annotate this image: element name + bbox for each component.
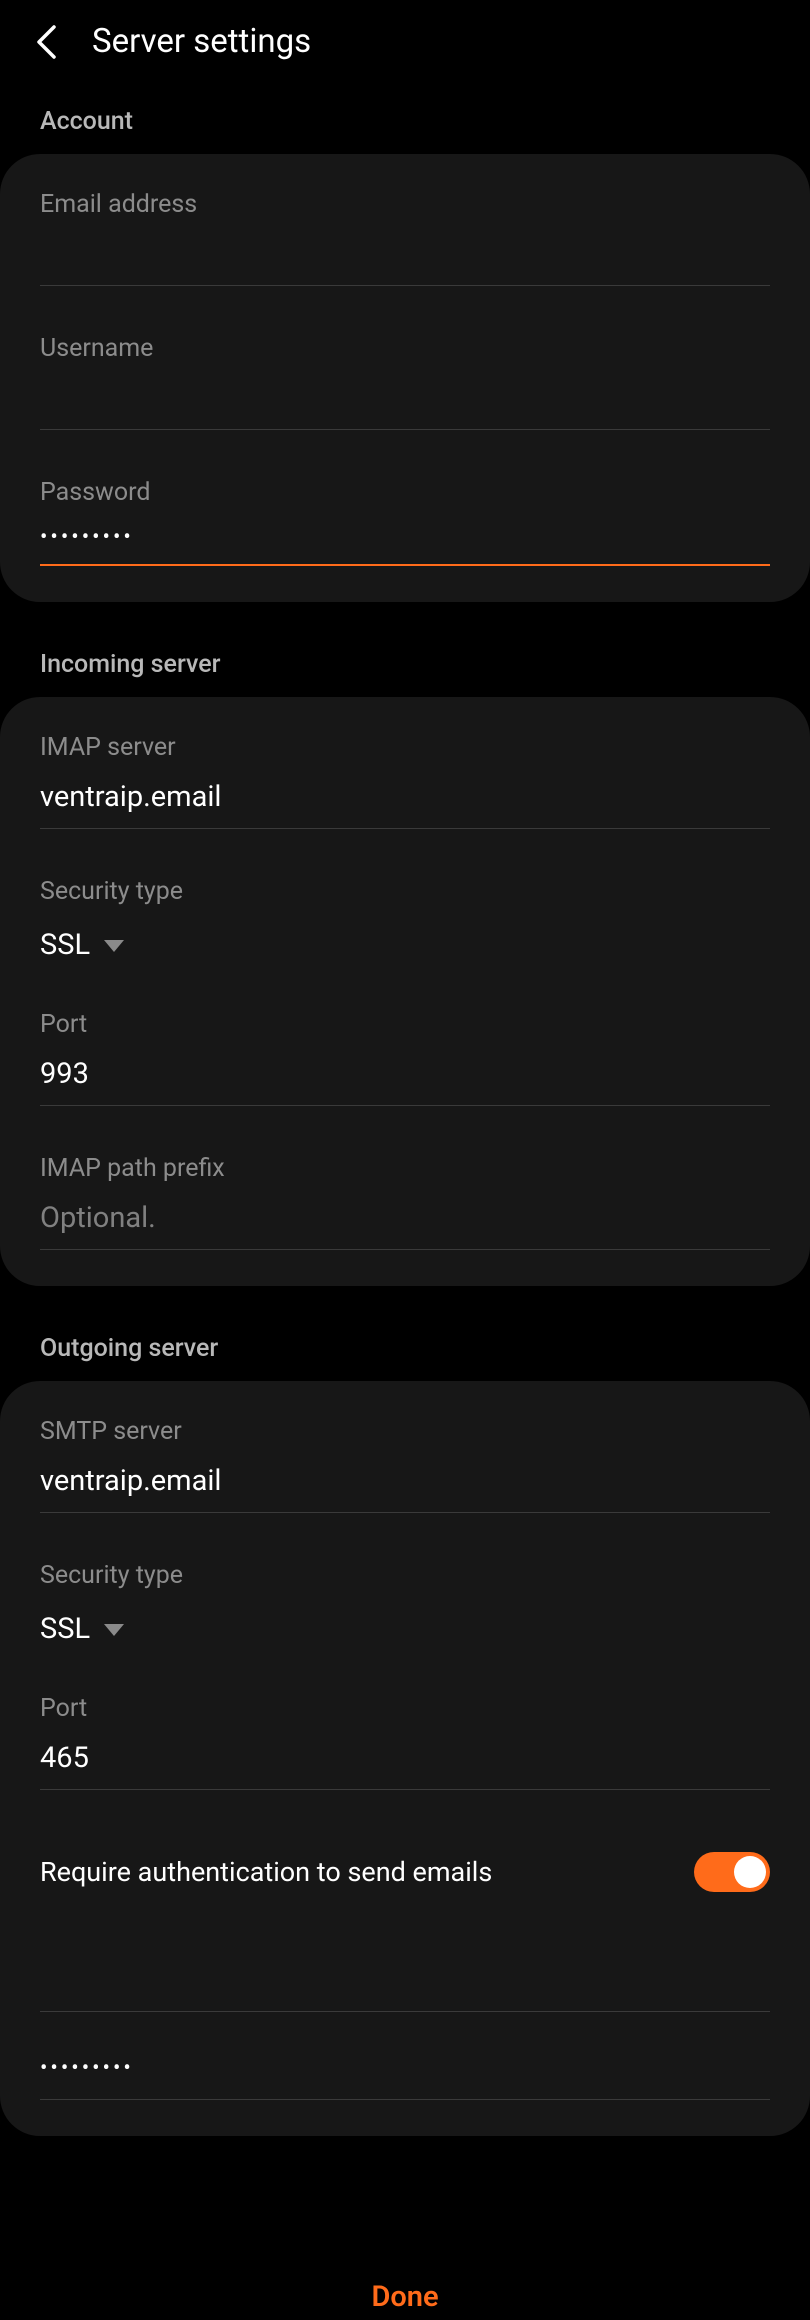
smtp-server-label: SMTP server — [40, 1417, 770, 1446]
email-label: Email address — [40, 190, 770, 219]
email-input[interactable] — [40, 231, 770, 286]
chevron-left-icon — [35, 24, 57, 60]
outgoing-security-select[interactable]: SSL — [40, 1612, 770, 1646]
incoming-security-value: SSL — [40, 928, 90, 962]
password-label: Password — [40, 478, 770, 507]
back-button[interactable] — [30, 26, 62, 58]
done-button[interactable]: Done — [371, 2280, 438, 2314]
toggle-knob — [734, 1856, 766, 1888]
incoming-security-label: Security type — [40, 877, 770, 906]
password-input[interactable]: ••••••••• — [40, 519, 770, 566]
username-label: Username — [40, 334, 770, 363]
section-label-account: Account — [0, 91, 810, 154]
outgoing-card: SMTP server Security type SSL Port Requi… — [0, 1381, 810, 2136]
outgoing-password-input[interactable]: ••••••••• — [40, 2012, 770, 2100]
chevron-down-icon — [104, 1624, 124, 1636]
chevron-down-icon — [104, 940, 124, 952]
incoming-port-label: Port — [40, 1010, 770, 1039]
outgoing-security-value: SSL — [40, 1612, 90, 1646]
section-label-outgoing: Outgoing server — [0, 1318, 810, 1381]
username-input[interactable] — [40, 375, 770, 430]
imap-server-label: IMAP server — [40, 733, 770, 762]
page-title: Server settings — [92, 22, 311, 61]
outgoing-security-label: Security type — [40, 1561, 770, 1590]
outgoing-port-label: Port — [40, 1694, 770, 1723]
smtp-server-input[interactable] — [40, 1458, 770, 1513]
require-auth-toggle[interactable] — [694, 1852, 770, 1892]
outgoing-username-input[interactable] — [40, 1924, 770, 2012]
imap-server-input[interactable] — [40, 774, 770, 829]
imap-prefix-label: IMAP path prefix — [40, 1154, 770, 1183]
section-label-incoming: Incoming server — [0, 634, 810, 697]
require-auth-label: Require authentication to send emails — [40, 1856, 492, 1888]
account-card: Email address Username Password ••••••••… — [0, 154, 810, 602]
outgoing-port-input[interactable] — [40, 1735, 770, 1790]
imap-prefix-input[interactable] — [40, 1195, 770, 1250]
incoming-card: IMAP server Security type SSL Port IMAP … — [0, 697, 810, 1286]
incoming-port-input[interactable] — [40, 1051, 770, 1106]
incoming-security-select[interactable]: SSL — [40, 928, 770, 962]
